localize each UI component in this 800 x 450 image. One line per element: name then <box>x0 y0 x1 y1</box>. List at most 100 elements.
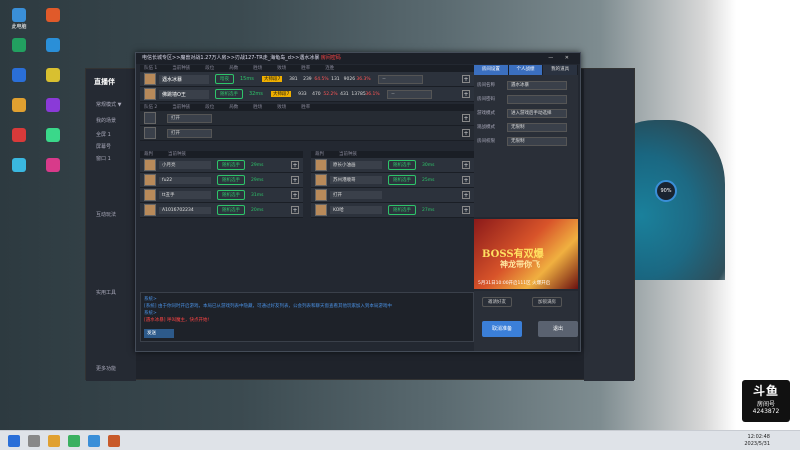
player-race[interactable]: 随机选手 <box>215 89 243 99</box>
game-icon[interactable] <box>108 434 120 447</box>
player-rank: 大师段7 <box>271 91 292 97</box>
setting-label: 房间密码 <box>477 97 495 102</box>
player-slot-select[interactable]: -- <box>378 74 424 84</box>
add-judge-button[interactable]: + <box>462 161 470 169</box>
desktop-icon[interactable] <box>5 128 33 144</box>
nav-screen[interactable]: 屏幕号 <box>96 143 111 150</box>
player-ping: 32ms <box>249 91 263 97</box>
judge-avatar <box>315 159 327 171</box>
slot-avatar <box>144 127 156 139</box>
cancel-ready-button[interactable]: 取消准备 <box>482 321 522 337</box>
nav-tools[interactable]: 实用工具 <box>96 289 116 296</box>
window-title: 电信长城专区>>魔兽对战1.27万人房>>刃战127-TR走_海龟岛_d>>遇水… <box>142 55 320 61</box>
game-ad-banner[interactable]: BOSS有双爆 神龙带你飞 5月31日10:00开启111区 火爆开启 <box>474 219 578 289</box>
add-judge-button[interactable]: + <box>462 191 470 199</box>
nav-window[interactable]: 窗口 1 <box>96 155 111 162</box>
judge-race[interactable]: 随机选手 <box>388 175 416 185</box>
add-slot-button[interactable]: + <box>462 90 470 98</box>
setting-value[interactable] <box>507 94 567 104</box>
desktop-icon[interactable] <box>5 38 33 54</box>
tab-room-settings[interactable]: 房间设置 <box>474 65 509 75</box>
desktop-icon[interactable] <box>39 128 67 144</box>
player-race[interactable]: 暗夜 <box>215 74 234 84</box>
judge-ping: 25ms <box>422 177 435 183</box>
desktop-icon[interactable] <box>39 68 67 84</box>
tab-personal-record[interactable]: 个人战绩 <box>508 65 544 75</box>
player-winrate: 52.2% <box>323 91 338 97</box>
browser-icon[interactable] <box>68 434 80 447</box>
judge-name: 小月亮 <box>159 161 211 169</box>
setting-value[interactable]: 无限制 <box>507 122 567 132</box>
douyu-room-label: 房间号 <box>756 401 775 408</box>
add-slot-button[interactable]: + <box>462 75 470 83</box>
judges-right-header: 裁判 当前种族 <box>311 151 474 158</box>
chat-send-button[interactable]: 发送 <box>144 329 174 338</box>
desktop-icon[interactable] <box>5 98 33 114</box>
judge-race[interactable]: 随机选手 <box>388 160 416 170</box>
chat-line-2: 系统> <box>144 311 157 316</box>
tab-my-items[interactable]: 我的道具 <box>543 65 579 75</box>
desktop-icon[interactable]: 此电脑 <box>5 8 33 30</box>
chat-panel: 系统> [系统] 由于你同时开启游戏，本局已从游戏列表中隐藏，可通过好友列表，公… <box>140 292 474 342</box>
setting-value[interactable]: 进入游戏后手动选择 <box>507 108 567 118</box>
search-icon[interactable] <box>28 434 40 447</box>
lock-room-button[interactable]: 加锁满房 <box>532 297 562 307</box>
nav-scenes[interactable]: 我的场景 <box>96 117 116 124</box>
add-slot-button[interactable]: + <box>462 114 470 122</box>
nav-more[interactable]: 更多功能 <box>96 365 116 372</box>
add-judge-button[interactable]: + <box>291 161 299 169</box>
empty-slot-row: 打开 + <box>140 111 474 126</box>
taskbar-clock[interactable]: 12:02:48 2023/5/31 <box>744 434 770 448</box>
judge-race[interactable]: 随机选手 <box>217 175 245 185</box>
start-icon[interactable] <box>8 434 20 447</box>
desktop-icon[interactable] <box>39 158 67 174</box>
judge-row: tt丑手 随机选手 31ms + <box>140 188 303 203</box>
judge-race[interactable]: 随机选手 <box>217 205 245 215</box>
desktop-app-icon <box>12 128 26 142</box>
invite-friend-button[interactable]: 邀请好友 <box>482 297 512 307</box>
desktop-icon[interactable] <box>39 8 67 24</box>
judge-row: fu22 随机选手 29ms + <box>140 173 303 188</box>
desktop-icon[interactable] <box>39 38 67 54</box>
add-judge-button[interactable]: + <box>291 206 299 214</box>
player-slot-select[interactable]: -- <box>387 89 433 99</box>
add-slot-button[interactable]: + <box>462 129 470 137</box>
judge-name: 苏州港顺哥 <box>330 176 382 184</box>
desktop-app-icon <box>46 128 60 142</box>
window-controls[interactable]: — ✕ <box>548 53 574 64</box>
player-name: 佛跳墙O王 <box>159 89 209 99</box>
nav-interactive[interactable]: 互动玩法 <box>96 211 116 218</box>
judge-avatar <box>144 174 156 186</box>
player-rate2: 36.1% <box>365 91 380 97</box>
add-judge-button[interactable]: + <box>462 176 470 184</box>
player-avatar <box>144 88 156 100</box>
desktop-icon[interactable] <box>39 98 67 114</box>
setting-value[interactable]: 无限制 <box>507 136 567 146</box>
judge-race[interactable]: 随机选手 <box>217 190 245 200</box>
desktop-app-icon <box>46 38 60 52</box>
exit-room-button[interactable]: 退出 <box>538 321 578 337</box>
add-judge-button[interactable]: + <box>462 206 470 214</box>
add-judge-button[interactable]: + <box>291 176 299 184</box>
player-rank: 大师段7 <box>262 76 283 82</box>
desktop-app-icon <box>46 158 60 172</box>
desktop-icon[interactable] <box>5 68 33 84</box>
file-explorer-icon[interactable] <box>48 434 60 447</box>
desktop-icon[interactable] <box>5 158 33 174</box>
judge-row: 打开 + <box>311 188 474 203</box>
player-total: 9026 <box>343 76 356 82</box>
desktop-app-icon <box>12 8 26 22</box>
clock-time: 12:02:48 <box>747 434 770 440</box>
nav-mode[interactable]: 常规模式 ▼ <box>96 101 121 108</box>
judge-race[interactable]: 随机选手 <box>217 160 245 170</box>
nav-fullscreen[interactable]: 全屏 1 <box>96 131 111 138</box>
desktop-app-icon <box>46 8 60 22</box>
setting-value[interactable]: 遇水冰暴 <box>507 80 567 90</box>
judge-race[interactable]: 随机选手 <box>388 205 416 215</box>
app-icon[interactable] <box>88 434 100 447</box>
judge-avatar <box>144 204 156 216</box>
chat-line-0: 系统> <box>144 297 157 302</box>
slot-state-select[interactable]: 打开 <box>167 113 212 123</box>
slot-state-select[interactable]: 打开 <box>167 128 212 138</box>
add-judge-button[interactable]: + <box>291 191 299 199</box>
